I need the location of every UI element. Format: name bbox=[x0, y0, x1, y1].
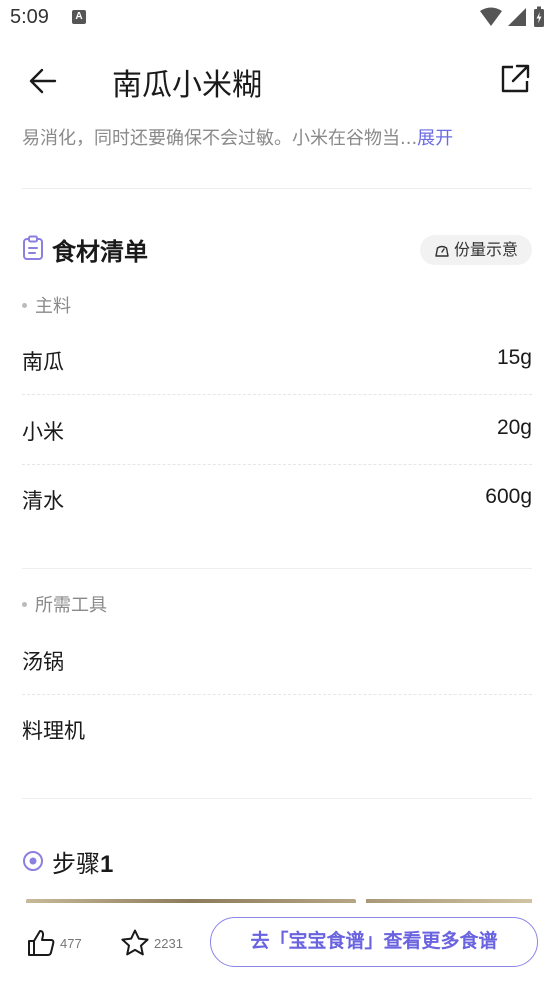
ingredient-qty: 20g bbox=[496, 416, 532, 439]
share-button[interactable] bbox=[498, 62, 532, 96]
step-image bbox=[26, 899, 356, 903]
ingredients-title: 食材清单 bbox=[52, 238, 148, 266]
page-title: 南瓜小米糊 bbox=[112, 68, 262, 103]
ingredient-qty: 600g bbox=[485, 485, 532, 508]
description-text: 易消化，同时还要确保不会过敏。小米在谷物当... bbox=[22, 128, 418, 149]
ingredient-name: 小米 bbox=[22, 420, 64, 444]
main-ingredients-label-text: 主料 bbox=[35, 296, 71, 317]
status-time: 5:09 bbox=[10, 6, 49, 28]
star-icon bbox=[121, 929, 149, 956]
step-number: 1 bbox=[100, 851, 114, 878]
tool-name: 汤锅 bbox=[22, 650, 64, 674]
like-count: 477 bbox=[60, 935, 82, 951]
ingredient-name: 南瓜 bbox=[22, 350, 64, 374]
tools-label-text: 所需工具 bbox=[35, 595, 107, 616]
row-divider bbox=[22, 394, 532, 395]
row-divider bbox=[22, 694, 532, 695]
ingredient-row: 南瓜 15g bbox=[22, 338, 532, 382]
step-label: 步骤 bbox=[52, 850, 100, 878]
clipboard-icon bbox=[23, 235, 43, 260]
row-divider bbox=[22, 464, 532, 465]
portion-guide-label: 份量示意 bbox=[453, 240, 518, 259]
wifi-icon bbox=[479, 7, 502, 26]
divider bbox=[22, 568, 532, 569]
step-title: 步骤1 bbox=[52, 844, 113, 879]
notification-icon: A bbox=[72, 10, 86, 24]
step-image bbox=[366, 899, 532, 903]
tools-label: 所需工具 bbox=[22, 591, 107, 617]
arrow-left-icon bbox=[29, 68, 57, 94]
target-circle-icon bbox=[23, 851, 43, 871]
bullet-dot bbox=[22, 602, 27, 607]
portion-guide-button[interactable]: 份量示意 bbox=[419, 235, 532, 265]
bottom-action-bar: 477 2231 去「宝宝食谱」查看更多食谱 bbox=[0, 904, 554, 984]
divider bbox=[22, 798, 532, 799]
ingredient-name: 清水 bbox=[22, 489, 64, 513]
back-button[interactable] bbox=[24, 62, 62, 100]
status-bar: 5:09 A bbox=[0, 0, 554, 36]
like-button[interactable]: 477 bbox=[26, 928, 82, 958]
divider bbox=[22, 188, 532, 189]
ingredient-qty: 15g bbox=[496, 346, 532, 369]
ingredients-header: 食材清单 份量示意 bbox=[22, 232, 532, 268]
more-recipes-button[interactable]: 去「宝宝食谱」查看更多食谱 bbox=[210, 917, 538, 967]
favorite-button[interactable]: 2231 bbox=[120, 928, 183, 958]
recipe-description: 易消化，同时还要确保不会过敏。小米在谷物当...展开 bbox=[22, 124, 532, 150]
expand-link[interactable]: 展开 bbox=[417, 128, 453, 149]
ingredient-row: 清水 600g bbox=[22, 477, 532, 521]
thumbs-up-icon bbox=[28, 930, 55, 956]
ingredient-row: 小米 20g bbox=[22, 408, 532, 452]
cellular-signal-icon bbox=[507, 8, 526, 26]
tool-name: 料理机 bbox=[22, 719, 85, 743]
main-ingredients-label: 主料 bbox=[22, 292, 71, 318]
favorite-count: 2231 bbox=[154, 935, 183, 951]
scale-icon bbox=[435, 245, 449, 257]
share-external-icon bbox=[501, 64, 530, 93]
battery-icon bbox=[534, 6, 544, 27]
nav-bar: 南瓜小米糊 bbox=[0, 36, 554, 126]
bullet-dot bbox=[22, 303, 27, 308]
tool-row: 汤锅 bbox=[22, 638, 532, 682]
status-icons bbox=[479, 6, 546, 30]
tool-row: 料理机 bbox=[22, 707, 532, 751]
